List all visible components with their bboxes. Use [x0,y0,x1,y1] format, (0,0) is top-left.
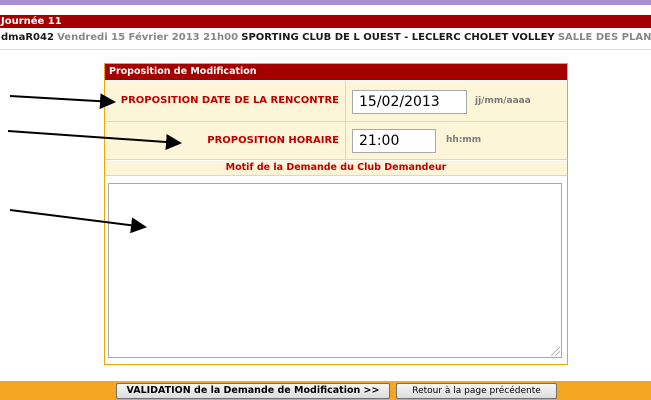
validate-button[interactable]: VALIDATION de la Demande de Modification… [116,383,390,399]
time-input[interactable]: 21:00 [352,129,436,153]
match-info: dmaR042 Vendredi 15 Février 2013 21h00 S… [0,31,651,45]
divider [0,49,651,50]
form-title: Proposition de Modification [105,64,567,80]
date-row: PROPOSITION DATE DE LA RENCONTRE 15/02/2… [105,81,567,122]
modification-form: Proposition de Modification PROPOSITION … [104,63,568,365]
time-format-hint: hh:mm [446,135,482,145]
page-title: Journée 11 [0,15,651,28]
resize-grip-icon[interactable] [551,347,560,356]
date-format-hint: jj/mm/aaaa [475,96,531,106]
motif-label: Motif de la Demande du Club Demandeur [105,161,567,176]
arrow-to-date-icon [9,93,116,110]
motif-textarea[interactable] [108,183,562,358]
match-venue: SALLE DES PLANTES [557,32,651,43]
date-label: PROPOSITION DATE DE LA RENCONTRE [105,81,346,121]
time-label: PROPOSITION HORAIRE [105,122,346,159]
back-button[interactable]: Retour à la page précédente [396,383,557,399]
top-border [0,0,651,5]
action-bar: VALIDATION de la Demande de Modification… [0,381,651,400]
date-input[interactable]: 15/02/2013 [352,90,467,114]
match-teams: SPORTING CLUB DE L OUEST - LECLERC CHOLE… [241,32,555,43]
match-code: dmaR042 [1,32,54,43]
time-row: PROPOSITION HORAIRE 21:00 hh:mm [105,122,567,160]
match-date: Vendredi 15 Février 2013 21h00 [57,32,239,43]
